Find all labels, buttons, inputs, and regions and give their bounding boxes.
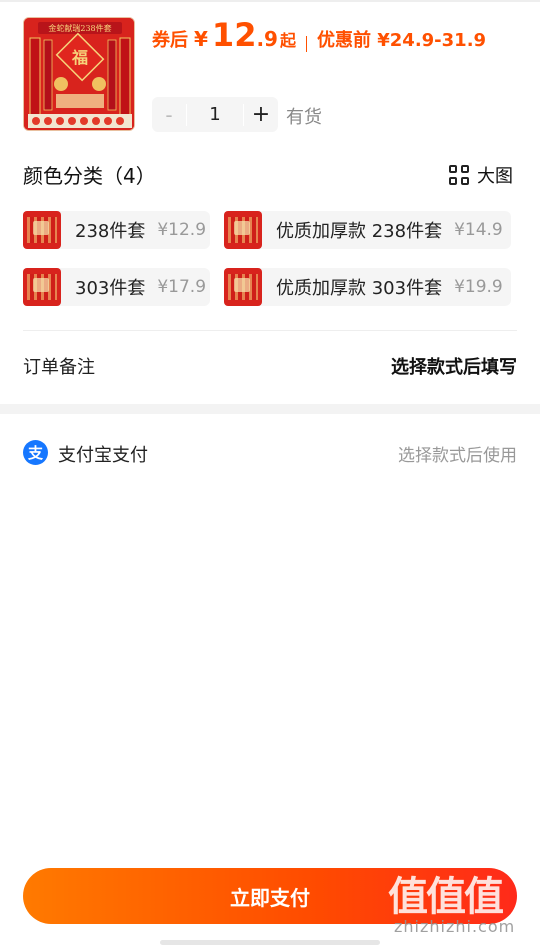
price-divider [305,36,307,52]
order-remark-label: 订单备注 [23,357,95,378]
home-indicator [160,940,380,945]
sku-label: 优质加厚款 238件套 [276,221,443,242]
alipay-icon: 支 [23,440,48,465]
grid-icon [449,165,469,185]
payment-method-label[interactable]: 支付宝支付 [58,441,148,467]
big-image-toggle[interactable]: 大图 [449,162,513,188]
sku-price: ¥14.9 [454,220,503,240]
sku-price: ¥19.9 [454,277,503,297]
sku-label: 优质加厚款 303件套 [276,278,443,299]
quantity-value[interactable]: 1 [187,104,243,125]
top-divider [0,0,540,2]
sku-option[interactable]: 优质加厚款 303件套 ¥19.9 [224,268,511,306]
sku-thumbnail [23,211,61,249]
product-image-art: 金蛇献瑞238件套 福 [24,18,134,130]
section-divider [23,330,517,331]
original-price: 优惠前 ¥24.9-31.9 [316,30,487,51]
sku-price: ¥12.9 [157,220,207,240]
payment-hint: 选择款式后使用 [398,446,517,466]
color-section-title: 颜色分类（4） [23,164,156,188]
price-prefix: 券后 [152,30,188,51]
sku-option[interactable]: 优质加厚款 238件套 ¥14.9 [224,211,511,249]
product-image-caption: 金蛇献瑞238件套 [48,23,111,33]
sku-thumbnail [224,268,262,306]
stock-status: 有货 [286,107,322,128]
sku-label: 303件套 [75,278,146,299]
price-row: 券后 ¥ 12 .9 起 优惠前 ¥24.9-31.9 [152,16,486,64]
price-integer: 12 [211,16,257,54]
sku-label: 238件套 [75,221,146,242]
quantity-stepper[interactable]: - 1 + [152,97,278,132]
product-image[interactable]: 金蛇献瑞238件套 福 [23,17,135,131]
increase-button[interactable]: + [244,102,278,127]
order-remark-action[interactable]: 选择款式后填写 [391,353,517,379]
sku-option[interactable]: 238件套 ¥12.9 [23,211,210,249]
price-decimal: .9 [256,27,278,51]
section-gap [0,404,540,414]
sku-price: ¥17.9 [157,277,207,297]
pay-now-button[interactable]: 立即支付 [23,868,517,924]
decrease-button[interactable]: - [152,103,186,127]
price-suffix: 起 [279,31,296,50]
sku-thumbnail [224,211,262,249]
sku-thumbnail [23,268,61,306]
currency-symbol: ¥ [194,27,208,51]
product-image-fu: 福 [71,48,88,67]
sku-option[interactable]: 303件套 ¥17.9 [23,268,210,306]
big-image-label: 大图 [477,166,513,187]
